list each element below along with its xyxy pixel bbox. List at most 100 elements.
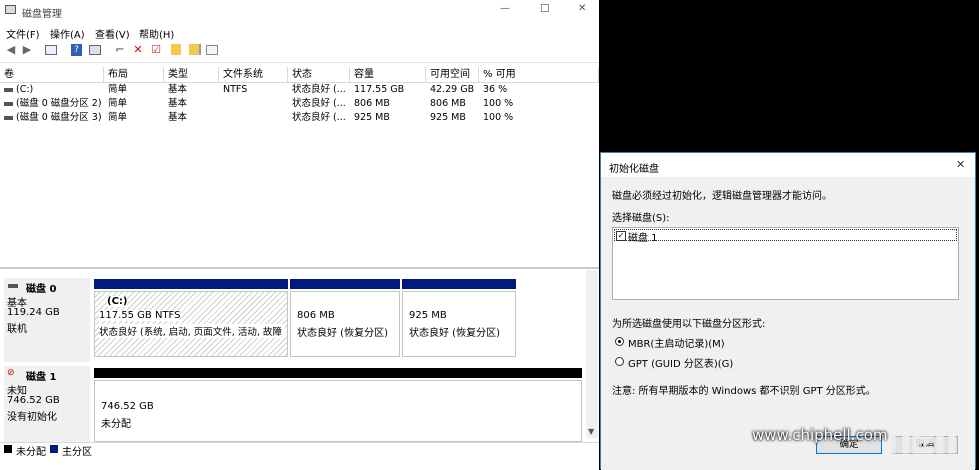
folder-search-icon[interactable] <box>187 43 201 57</box>
mbr-option-label[interactable]: MBR(主启动记录)(M) <box>628 335 725 350</box>
cell-volume: (磁盘 0 磁盘分区 3) <box>16 112 102 123</box>
partition-status: 状态良好 (恢复分区) <box>409 328 500 339</box>
partition-unallocated[interactable]: 746.52 GB 未分配 <box>94 380 582 442</box>
disk-select-list[interactable]: ✓ 磁盘 1 <box>612 227 959 300</box>
partition-label: (C:) <box>107 296 128 307</box>
cell-capacity: 806 MB <box>354 98 390 109</box>
partition-size: 806 MB <box>297 310 335 321</box>
col-type[interactable]: 类型 <box>164 67 219 82</box>
toolbar: ◀ ▶ ? ⌐ ✕ ☑ <box>0 40 599 63</box>
cell-type: 基本 <box>168 98 188 109</box>
partition-bar <box>290 279 400 289</box>
disk-0-header[interactable]: 磁盘 0 基本 119.24 GB 联机 <box>4 278 90 362</box>
dialog-title: 初始化磁盘 <box>609 164 659 175</box>
disk-checkbox[interactable]: ✓ <box>616 231 626 241</box>
cell-layout: 简单 <box>108 84 128 95</box>
cell-capacity: 117.55 GB <box>354 84 405 95</box>
col-free-space[interactable]: 可用空间 <box>426 67 479 82</box>
table-row[interactable]: (磁盘 0 磁盘分区 3) 简单 基本 状态良好 (... 925 MB 925… <box>0 111 599 125</box>
partition-status: 状态良好 (系统, 启动, 页面文件, 活动, 故障 <box>99 324 285 338</box>
menu-view[interactable]: 查看(V) <box>95 26 130 41</box>
legend: 未分配 主分区 <box>0 442 599 470</box>
close-button[interactable]: ✕ <box>578 3 586 14</box>
folder-up-icon[interactable] <box>169 43 183 57</box>
col-percent-free[interactable]: % 可用 <box>479 67 599 82</box>
col-volume[interactable]: 卷 <box>0 67 104 82</box>
cell-percent-free: 100 % <box>483 98 514 109</box>
col-layout[interactable]: 布局 <box>104 67 164 82</box>
mbr-radio[interactable] <box>615 337 624 346</box>
properties-icon[interactable] <box>88 43 102 57</box>
cell-type: 基本 <box>168 84 188 95</box>
partition-size: 746.52 GB <box>101 401 154 412</box>
cell-type: 基本 <box>168 112 188 123</box>
cell-percent-free: 36 % <box>483 84 508 95</box>
cell-filesystem <box>219 97 223 111</box>
gpt-option-label[interactable]: GPT (GUID 分区表)(G) <box>628 355 733 370</box>
menu-file[interactable]: 文件(F) <box>6 26 40 41</box>
cell-status: 状态良好 (... <box>292 98 346 109</box>
col-filesystem[interactable]: 文件系统 <box>219 67 288 82</box>
unallocated-bar <box>94 368 582 378</box>
disk-1-name: 磁盘 1 <box>26 372 57 383</box>
dialog-intro: 磁盘必须经过初始化，逻辑磁盘管理器才能访问。 <box>612 191 832 202</box>
delete-icon[interactable]: ✕ <box>131 43 145 57</box>
cell-percent-free: 100 % <box>483 112 514 123</box>
select-disk-label: 选择磁盘(S): <box>612 213 670 224</box>
partition-status: 状态良好 (恢复分区) <box>297 328 388 339</box>
menu-bar: 文件(F) 操作(A) 查看(V) 帮助(H) <box>0 22 599 41</box>
help-icon[interactable]: ? <box>70 43 84 57</box>
cell-status: 状态良好 (... <box>292 112 346 123</box>
connect-icon[interactable]: ⌐ <box>113 43 127 57</box>
title-bar: 磁盘管理 — ☐ ✕ <box>0 0 599 22</box>
volume-table-header: 卷 布局 类型 文件系统 状态 容量 可用空间 % 可用 <box>0 67 599 83</box>
window-title: 磁盘管理 <box>22 9 62 20</box>
disk-list-item[interactable]: ✓ 磁盘 1 <box>614 229 957 244</box>
minimize-button[interactable]: — <box>500 3 510 14</box>
legend-primary-swatch <box>50 445 58 453</box>
disk-0-size: 119.24 GB <box>7 307 60 318</box>
scroll-down-icon[interactable]: ▼ <box>588 427 594 436</box>
disk-item-label: 磁盘 1 <box>628 233 658 244</box>
dialog-close-icon[interactable]: ✕ <box>956 158 965 171</box>
vertical-scrollbar[interactable]: ▼ <box>586 270 598 438</box>
disk-management-window: 磁盘管理 — ☐ ✕ 文件(F) 操作(A) 查看(V) 帮助(H) ◀ ▶ ?… <box>0 0 599 470</box>
disk-0-name: 磁盘 0 <box>26 284 57 295</box>
table-row[interactable]: (C:) 简单 基本 NTFS 状态良好 (... 117.55 GB 42.2… <box>0 83 599 97</box>
cell-volume: (磁盘 0 磁盘分区 2) <box>16 98 102 109</box>
forward-arrow-icon[interactable]: ▶ <box>20 43 34 57</box>
back-arrow-icon[interactable]: ◀ <box>4 43 18 57</box>
disk-list-icon[interactable] <box>44 43 58 57</box>
partition-status: 未分配 <box>101 419 131 430</box>
table-row[interactable]: (磁盘 0 磁盘分区 2) 简单 基本 状态良好 (... 806 MB 806… <box>0 97 599 111</box>
legend-unallocated-swatch <box>4 445 12 453</box>
cell-capacity: 925 MB <box>354 112 390 123</box>
gpt-radio[interactable] <box>615 357 624 366</box>
watermark: www.chiphell.com <box>742 350 979 460</box>
partition-c[interactable]: (C:) 117.55 GB NTFS 状态良好 (系统, 启动, 页面文件, … <box>94 291 288 357</box>
cell-filesystem <box>219 111 223 125</box>
col-capacity[interactable]: 容量 <box>350 67 426 82</box>
disk-0-status: 联机 <box>7 324 27 335</box>
disk-uninitialized-icon: ⊘ <box>7 368 15 378</box>
partition-recovery-1[interactable]: 806 MB 状态良好 (恢复分区) <box>290 291 400 357</box>
col-status[interactable]: 状态 <box>288 67 350 82</box>
cell-layout: 简单 <box>108 112 128 123</box>
app-icon <box>5 5 16 14</box>
partition-style-label: 为所选磁盘使用以下磁盘分区形式: <box>612 319 766 330</box>
legend-primary-label: 主分区 <box>62 447 92 458</box>
disk-1-header[interactable]: ⊘ 磁盘 1 未知 746.52 GB 没有初始化 <box>4 366 90 442</box>
cell-free-space: 806 MB <box>430 98 466 109</box>
cell-free-space: 925 MB <box>430 112 466 123</box>
partition-recovery-2[interactable]: 925 MB 状态良好 (恢复分区) <box>402 291 516 357</box>
volume-list-icon[interactable] <box>205 43 219 57</box>
menu-action[interactable]: 操作(A) <box>50 26 85 41</box>
disk-1-size: 746.52 GB <box>7 395 60 406</box>
disk-icon <box>8 284 18 288</box>
cell-layout: 简单 <box>108 98 128 109</box>
check-icon[interactable]: ☑ <box>149 43 163 57</box>
maximize-button[interactable]: ☐ <box>540 2 550 15</box>
partition-size: 925 MB <box>409 310 447 321</box>
dialog-title-bar: 初始化磁盘 ✕ <box>601 153 975 177</box>
menu-help[interactable]: 帮助(H) <box>139 26 174 41</box>
